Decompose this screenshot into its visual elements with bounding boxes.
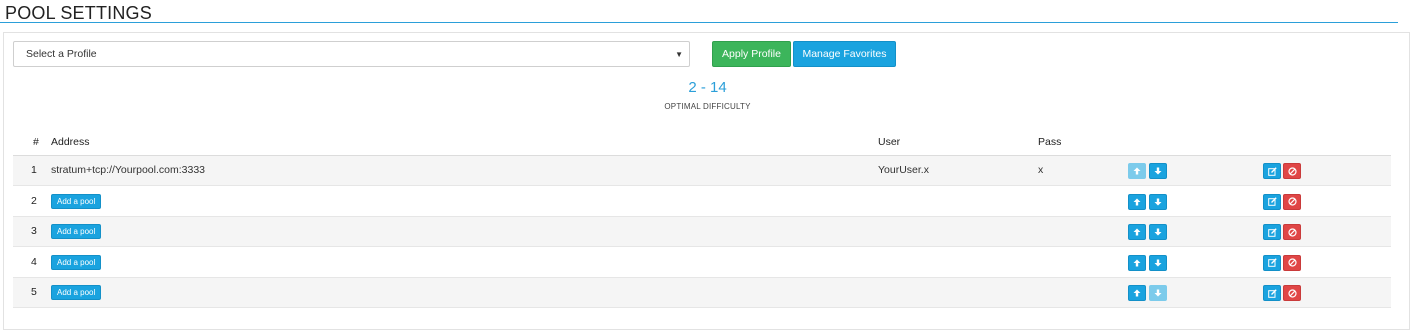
difficulty-label: OPTIMAL DIFFICULTY [664, 102, 751, 111]
pool-pass: x [1038, 164, 1044, 176]
profile-select-value: Select a Profile [26, 48, 97, 60]
move-up-button[interactable] [1128, 193, 1146, 210]
header-address: Address [51, 136, 90, 148]
edit-icon [1267, 197, 1277, 206]
edit-pool-button[interactable] [1263, 285, 1281, 301]
edit-pool-button[interactable] [1263, 163, 1281, 179]
ban-icon [1287, 197, 1297, 206]
ban-icon [1287, 258, 1297, 267]
add-pool-button[interactable]: Add a pool [51, 254, 102, 270]
arrow-down-icon [1154, 167, 1162, 175]
table-row: 4 Add a pool [13, 248, 1391, 278]
remove-pool-button[interactable] [1283, 254, 1301, 271]
arrow-down-icon [1154, 259, 1162, 267]
edit-pool-button[interactable] [1263, 224, 1281, 240]
page-title: POOL SETTINGS [5, 3, 152, 23]
edit-icon [1267, 166, 1277, 176]
pool-address: stratum+tcp://Yourpool.com:3333 [51, 164, 205, 176]
remove-pool-button[interactable] [1283, 285, 1301, 301]
move-up-button[interactable] [1128, 285, 1146, 301]
table-row: 5 Add a pool [13, 278, 1391, 308]
row-number: 3 [31, 225, 37, 237]
pool-settings-panel: Select a Profile ▼ Apply Profile Manage … [3, 32, 1410, 330]
move-down-button[interactable] [1149, 193, 1167, 210]
move-down-button[interactable] [1149, 224, 1167, 240]
edit-pool-button[interactable] [1263, 193, 1281, 210]
arrow-down-icon [1154, 198, 1162, 206]
row-number: 5 [31, 286, 37, 298]
move-up-button [1128, 163, 1146, 179]
header-user: User [878, 136, 901, 148]
move-up-button[interactable] [1128, 254, 1146, 271]
table-row: 1 stratum+tcp://Yourpool.com:3333 YourUser… [13, 156, 1391, 186]
move-up-button[interactable] [1128, 224, 1146, 240]
remove-pool-button[interactable] [1283, 163, 1301, 179]
pool-user: YourUser.x [878, 164, 929, 176]
arrow-up-icon [1133, 289, 1141, 297]
arrow-down-icon [1154, 289, 1162, 297]
remove-pool-button[interactable] [1283, 193, 1301, 210]
arrow-up-icon [1133, 198, 1141, 206]
arrow-up-icon [1133, 228, 1141, 236]
header-pass: Pass [1038, 136, 1062, 148]
table-row: 3 Add a pool [13, 217, 1391, 247]
table-row: 2 Add a pool [13, 187, 1391, 217]
header-number: # [33, 136, 39, 148]
ban-icon [1287, 288, 1297, 298]
edit-pool-button[interactable] [1263, 254, 1281, 271]
remove-pool-button[interactable] [1283, 224, 1301, 240]
move-down-button [1149, 285, 1167, 301]
edit-icon [1267, 227, 1277, 237]
add-pool-button[interactable]: Add a pool [51, 285, 102, 300]
move-down-button[interactable] [1149, 254, 1167, 271]
row-number: 1 [31, 164, 37, 176]
profile-select[interactable]: Select a Profile ▼ [13, 41, 690, 67]
arrow-up-icon [1133, 259, 1141, 267]
manage-favorites-button[interactable]: Manage Favorites [793, 41, 896, 67]
edit-icon [1267, 258, 1277, 267]
apply-profile-button[interactable]: Apply Profile [712, 41, 791, 67]
edit-icon [1267, 288, 1277, 298]
caret-down-icon: ▼ [675, 50, 683, 59]
row-number: 4 [31, 255, 37, 268]
row-number: 2 [31, 194, 37, 207]
arrow-down-icon [1154, 228, 1162, 236]
add-pool-button[interactable]: Add a pool [51, 193, 102, 209]
add-pool-button[interactable]: Add a pool [51, 224, 102, 239]
arrow-up-icon [1133, 167, 1141, 175]
title-divider [0, 22, 1398, 23]
ban-icon [1287, 166, 1297, 176]
ban-icon [1287, 227, 1297, 237]
difficulty-value: 2 - 14 [688, 79, 727, 96]
move-down-button[interactable] [1149, 163, 1167, 179]
